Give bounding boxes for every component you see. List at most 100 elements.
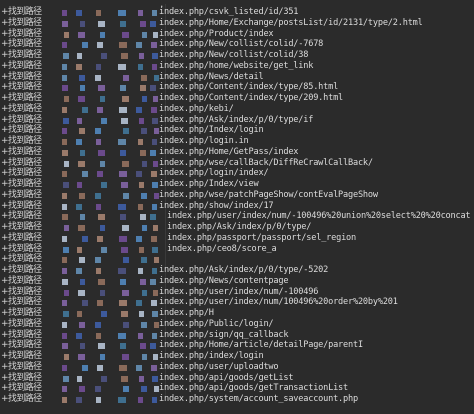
log-line: +找到路径 index.php/index/login [0, 351, 474, 362]
redaction-block [63, 375, 69, 382]
redaction-block [151, 42, 157, 49]
redaction-block [62, 321, 67, 328]
redaction-block [97, 364, 103, 371]
redaction-block [97, 235, 103, 242]
redaction-block [151, 171, 157, 178]
redaction-block [152, 53, 158, 59]
redaction-block [79, 321, 85, 328]
redaction-block [123, 257, 129, 264]
log-path: index.php/api/goods/getList [159, 372, 294, 383]
log-prefix: +找到路径 [1, 17, 42, 28]
redaction-block [120, 214, 126, 221]
redaction-block [136, 300, 142, 307]
terminal-output[interactable]: . +找到路径 index.php/csvk_listed/id/351 +找到路径… [0, 0, 474, 414]
redaction-block [136, 106, 142, 113]
redaction-block [101, 117, 107, 124]
redaction-block [98, 343, 105, 350]
redaction-block [118, 397, 126, 403]
log-line: +找到路径 index.php/H [0, 308, 474, 319]
redaction-block [95, 128, 101, 135]
redaction-block [152, 332, 157, 339]
log-path: index.php/News/detail [159, 71, 264, 82]
redaction-block [139, 375, 144, 382]
log-prefix: +找到路径 [1, 103, 42, 114]
redaction-block [138, 203, 143, 210]
redaction-block [101, 246, 107, 253]
redaction-block [62, 139, 67, 145]
redaction-block [79, 192, 85, 199]
redaction-block [62, 203, 67, 210]
redaction-block [139, 53, 144, 59]
redaction-block [62, 192, 67, 199]
redaction-block [62, 300, 67, 307]
log-prefix: +找到路径 [1, 39, 42, 50]
redaction-block [119, 364, 127, 371]
redaction-block [80, 85, 85, 92]
redaction-block [154, 257, 159, 264]
redaction-block [62, 343, 68, 350]
redaction-block [98, 20, 105, 27]
redaction-block [153, 354, 158, 360]
log-prefix: +找到路径 [1, 243, 42, 254]
redaction-block [79, 74, 85, 81]
redaction-block [120, 85, 126, 92]
redaction-block [77, 117, 82, 124]
log-path: index.php/index/login [159, 351, 264, 361]
redaction-block [96, 397, 101, 403]
log-path: index.php/Home/article/detailPage/parent… [159, 340, 363, 351]
redaction-block [100, 160, 105, 167]
redaction-block [136, 171, 142, 178]
redaction-block [120, 149, 126, 156]
redaction-block [96, 268, 101, 274]
redaction-block [95, 192, 101, 199]
redaction-block [141, 321, 147, 328]
redaction-block [151, 364, 157, 371]
redaction-block [80, 278, 85, 285]
log-line: +找到路径 [0, 254, 474, 265]
redaction-block [76, 139, 82, 145]
redaction-block [151, 235, 157, 242]
redaction-block [122, 354, 129, 360]
redaction-block [152, 203, 157, 210]
log-path: index.php/Ask/index/p/0/type/if [159, 114, 314, 125]
log-line: +找到路径 index.php/api/goods/getTransactionL… [0, 383, 474, 394]
redaction-block [122, 289, 129, 296]
log-line: +找到路径 index.php/csvk_listed/id/351 [0, 7, 474, 18]
redaction-block [150, 85, 156, 92]
redaction-block [80, 20, 85, 27]
redaction-block [119, 171, 127, 178]
redaction-block [142, 96, 147, 102]
log-line: +找到路径 index.php/News/detail [0, 72, 474, 83]
redaction-block [119, 300, 127, 307]
redaction-block [97, 171, 103, 178]
redaction-block [142, 289, 147, 296]
redaction-block [62, 332, 67, 339]
redaction-block [153, 289, 158, 296]
redaction-block [62, 149, 68, 156]
redaction-block [140, 343, 146, 350]
redaction-block [78, 31, 85, 38]
redaction-block [139, 117, 144, 124]
redaction-block [136, 364, 142, 371]
redaction-block [98, 214, 105, 221]
redaction-block [122, 96, 129, 102]
redaction-block [62, 171, 67, 178]
redaction-block [142, 354, 147, 360]
redaction-block [63, 53, 69, 59]
redaction-block [62, 386, 67, 393]
log-line: +找到路径 index.php/Index/login [0, 125, 474, 136]
redaction-block [62, 10, 67, 16]
redaction-block [62, 20, 68, 27]
log-prefix: +找到路径 [1, 361, 42, 372]
log-path: index.php/Index/view [159, 179, 259, 189]
log-path: index.php/system/account_saveaccount.php [159, 394, 358, 404]
redaction-block [82, 106, 88, 113]
redaction-block [62, 257, 67, 264]
redaction-block [120, 343, 126, 350]
log-line: +找到路径 index.php/user/index/num/100496%20o… [0, 297, 474, 308]
log-line: +找到路径 index.php/Home/Exchange/postsList/i… [0, 18, 474, 29]
log-path: index.php/wse/patchPageShow/contEvalPage… [159, 189, 378, 200]
redaction-block [119, 42, 127, 49]
redaction-block [97, 42, 103, 49]
log-line: +找到路径 index.php/New/collist/colid/-7678 [0, 39, 474, 50]
